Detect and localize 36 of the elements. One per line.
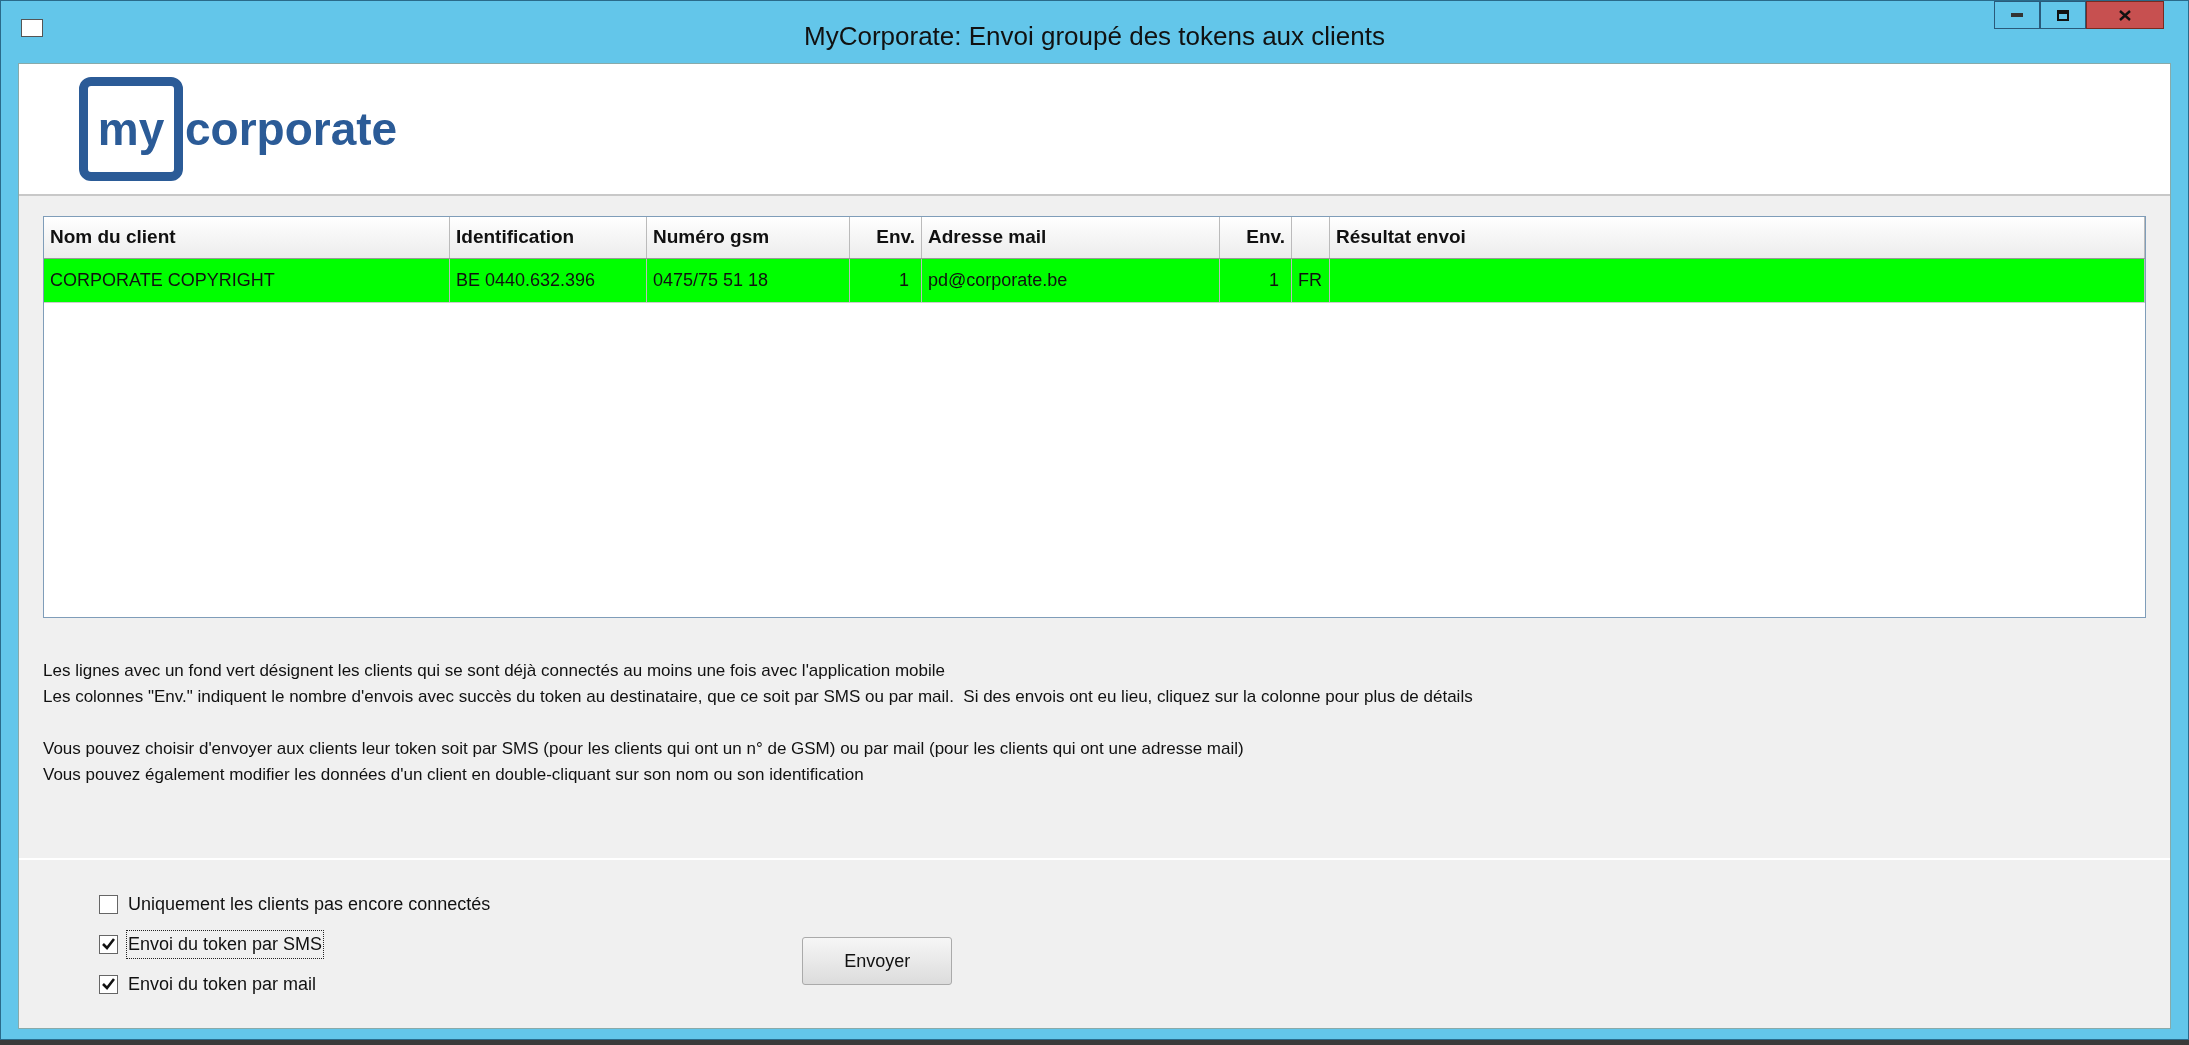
close-button[interactable]: [2086, 1, 2164, 29]
column-header[interactable]: Nom du client: [44, 217, 450, 258]
info-text: Vous pouvez choisir d'envoyer aux clients leur token soit par SMS (pour les clients qui ont un n° de GSM) ou par mail (pour les clients qui ont une adresse mail): [43, 738, 1245, 760]
minimize-icon: [2011, 13, 2023, 17]
checkbox[interactable]: [99, 934, 118, 954]
maximize-icon: [2057, 9, 2069, 21]
column-header[interactable]: Adresse mail: [922, 217, 1220, 258]
checkmark-icon: [102, 938, 115, 950]
table-cell: 1: [1220, 259, 1292, 302]
info-text: Vous pouvez également modifier les données d'un client en double-cliquant sur son nom ou son identification: [43, 764, 865, 786]
maximize-button[interactable]: [2040, 1, 2086, 29]
close-icon: [2119, 9, 2131, 21]
info-text: Les colonnes "Env." indiquent le nombre d'envois avec succès du token au destinataire, que ce soit par SMS ou par mail. Si des envois ont eu lieu, cliquez sur la colonne pour plus de détails: [43, 686, 1474, 708]
checkbox[interactable]: [99, 894, 118, 914]
table-cell: BE 0440.632.396: [450, 259, 647, 302]
table-cell: FR: [1292, 259, 1330, 302]
checkbox-label[interactable]: Envoi du token par mail: [126, 969, 319, 999]
table-cell: CORPORATE COPYRIGHT: [44, 259, 450, 302]
table-cell: pd@corporate.be: [922, 259, 1220, 302]
column-header[interactable]: Env.: [850, 217, 922, 258]
column-header[interactable]: Numéro gsm: [647, 217, 850, 258]
checkbox[interactable]: [99, 974, 118, 994]
checkbox-label[interactable]: Uniquement les clients pas encore connectés: [126, 889, 493, 919]
table-cell: 1: [850, 259, 922, 302]
checkmark-icon: [102, 978, 115, 990]
column-header[interactable]: Env.: [1220, 217, 1292, 258]
app-icon: [21, 19, 43, 37]
window-title: MyCorporate: Envoi groupé des tokens aux clients: [804, 20, 1385, 53]
table-cell: 0475/75 51 18: [647, 259, 850, 302]
column-header[interactable]: Résultat envoi: [1330, 217, 2145, 258]
minimize-button[interactable]: [1994, 1, 2040, 29]
checkbox-label[interactable]: Envoi du token par SMS: [126, 929, 325, 959]
info-text: Les lignes avec un fond vert désignent les clients qui se sont déjà connectés au moins une fois avec l'application mobile: [43, 660, 946, 682]
column-header[interactable]: Identification: [450, 217, 647, 258]
table-row[interactable]: CORPORATE COPYRIGHT BE 0440.632.396 0475/75 51 18 1 pd@corporate.be 1 FR: [44, 259, 2145, 303]
send-button[interactable]: Envoyer: [802, 937, 953, 985]
